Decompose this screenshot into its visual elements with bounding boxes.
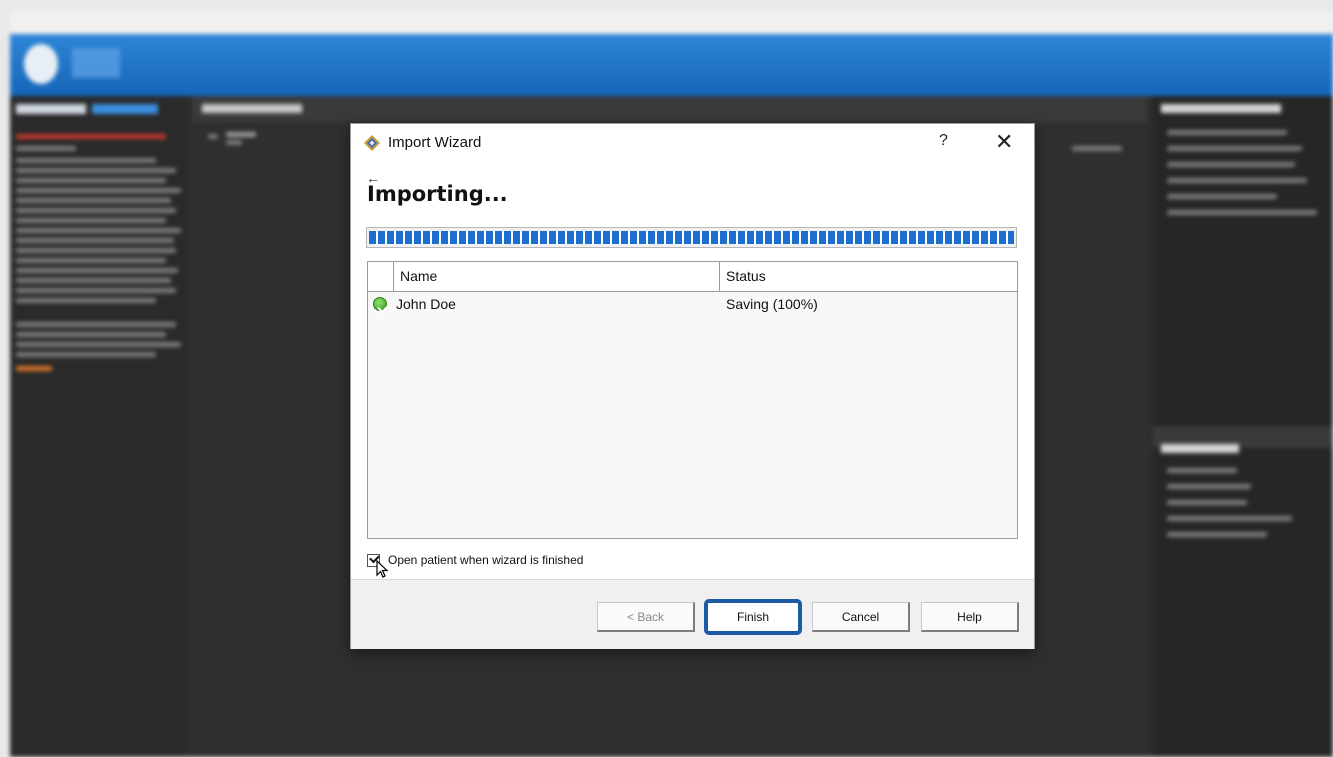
cancel-button[interactable]: Cancel bbox=[812, 602, 910, 632]
recent-panel-title bbox=[202, 104, 302, 113]
title-help-button[interactable]: ? bbox=[933, 132, 954, 150]
import-list[interactable]: Name Status John Doe Saving (100%) bbox=[367, 261, 1018, 539]
app-logo-wordmark bbox=[72, 48, 120, 78]
left-panel bbox=[10, 96, 186, 757]
left-panel-tab-active bbox=[92, 104, 158, 114]
right-panel bbox=[1153, 96, 1333, 757]
back-button[interactable]: < Back bbox=[597, 602, 695, 632]
list-header: Name Status bbox=[368, 262, 1017, 292]
dialog-footer: < Back Finish Cancel Help bbox=[351, 579, 1034, 649]
finish-button[interactable]: Finish bbox=[704, 599, 802, 635]
left-panel-tab bbox=[16, 104, 86, 114]
page-heading: Importing... bbox=[367, 182, 508, 206]
list-item[interactable]: John Doe Saving (100%) bbox=[368, 292, 1017, 316]
list-item-name: John Doe bbox=[396, 296, 456, 312]
list-item-status: Saving (100%) bbox=[726, 296, 818, 312]
recent-panel-header bbox=[192, 96, 1147, 122]
progress-fill bbox=[369, 231, 1014, 244]
dialog-title: Import Wizard bbox=[388, 134, 482, 151]
help-button[interactable]: Help bbox=[921, 602, 1019, 632]
wizard-icon bbox=[364, 135, 380, 151]
dialog-titlebar: Import Wizard ? ✕ bbox=[351, 124, 1034, 162]
app-logo-icon bbox=[24, 44, 58, 84]
column-header-name[interactable]: Name bbox=[394, 262, 720, 291]
import-progress-bar bbox=[366, 227, 1017, 248]
app-header bbox=[10, 34, 1333, 96]
app-top-strip bbox=[10, 10, 1333, 34]
open-patient-label[interactable]: Open patient when wizard is finished bbox=[388, 553, 583, 567]
column-header-status[interactable]: Status bbox=[720, 262, 1017, 291]
import-wizard-dialog: Import Wizard ? ✕ ← Importing... Name St… bbox=[351, 124, 1034, 649]
mouse-cursor-icon bbox=[376, 560, 389, 578]
green-check-icon bbox=[373, 297, 391, 314]
column-header-icon bbox=[368, 262, 394, 291]
close-button[interactable]: ✕ bbox=[989, 129, 1019, 155]
